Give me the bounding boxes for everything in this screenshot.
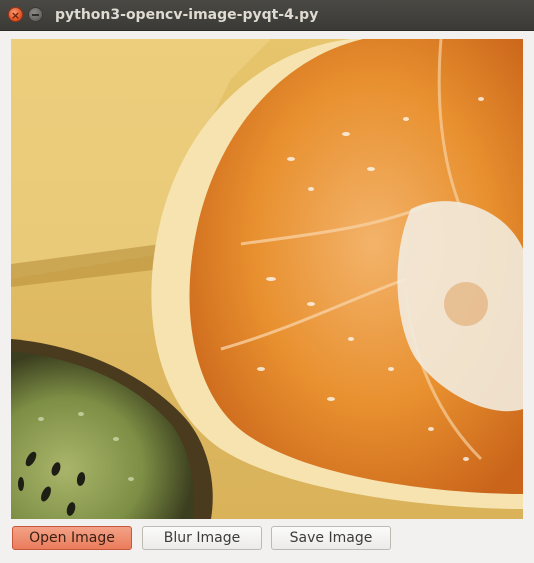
open-image-button[interactable]: Open Image xyxy=(12,526,132,550)
save-image-button[interactable]: Save Image xyxy=(271,526,391,550)
app-window: × python3-opencv-image-pyqt-4.py Open Im… xyxy=(0,0,534,563)
image-photo xyxy=(11,39,523,519)
image-display xyxy=(11,39,523,519)
window-title: python3-opencv-image-pyqt-4.py xyxy=(55,7,319,23)
close-icon[interactable]: × xyxy=(8,7,23,22)
blur-image-button[interactable]: Blur Image xyxy=(142,526,262,550)
minimize-icon[interactable] xyxy=(28,7,43,22)
title-bar[interactable]: × python3-opencv-image-pyqt-4.py xyxy=(0,0,534,31)
